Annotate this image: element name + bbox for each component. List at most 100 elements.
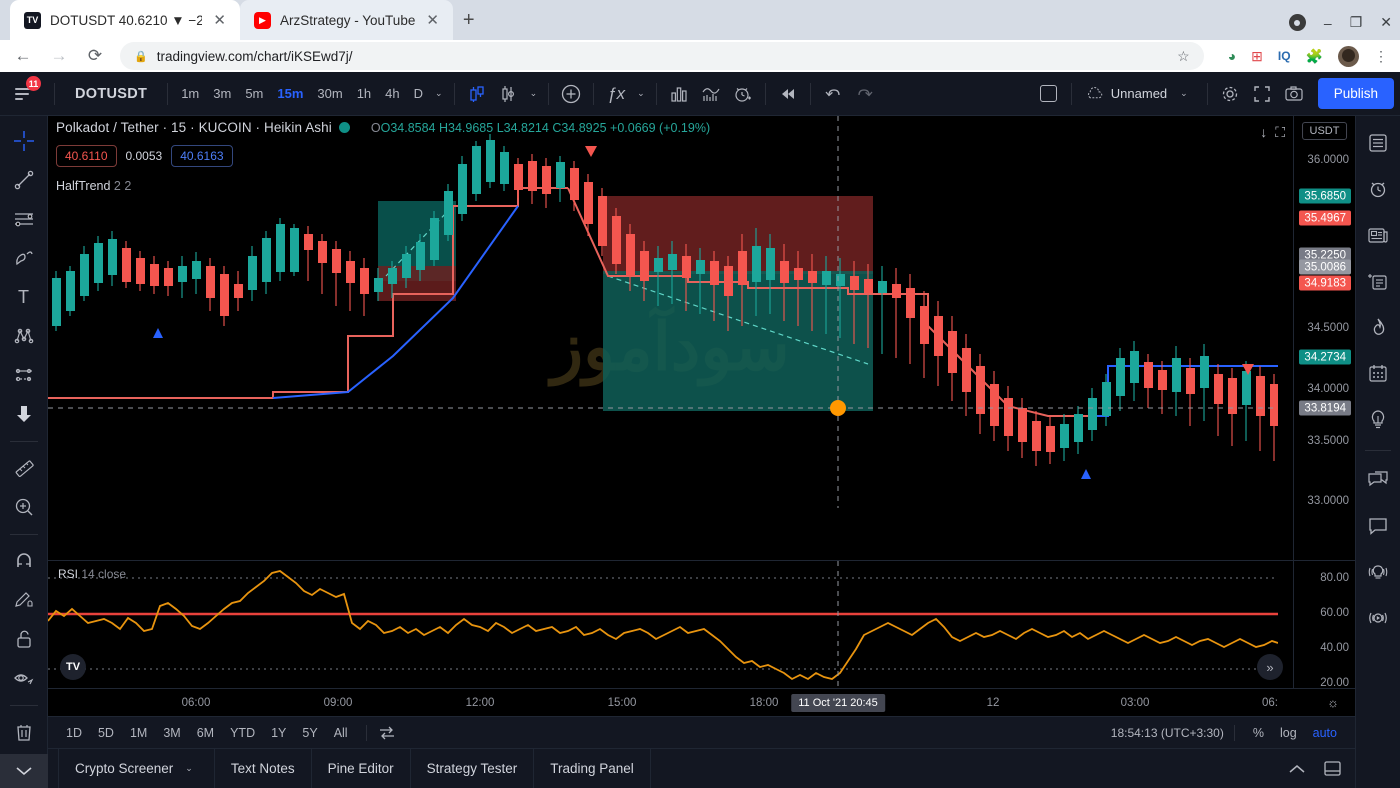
remove-drawings-trash-icon[interactable]: [7, 715, 41, 749]
close-icon[interactable]: ✕: [211, 11, 228, 29]
price-canvas[interactable]: سودآموز Polkadot / Tether · 15 · KUCOIN …: [48, 116, 1293, 560]
chevron-down-icon[interactable]: ⌄: [632, 88, 650, 99]
move-pane-down-icon[interactable]: ↓: [1260, 124, 1267, 141]
maximize-panel-icon[interactable]: [1324, 761, 1341, 776]
timeframe-1m[interactable]: 1m: [174, 80, 206, 107]
news-icon[interactable]: [1361, 218, 1395, 252]
timeframe-5m[interactable]: 5m: [238, 80, 270, 107]
bar-style-icon[interactable]: [493, 79, 525, 109]
layout-name-button[interactable]: Unnamed ⌄: [1078, 86, 1201, 101]
brush-icon[interactable]: [7, 241, 41, 275]
notes-icon[interactable]: [1361, 264, 1395, 298]
public-ideas-icon[interactable]: [1361, 555, 1395, 589]
maximize-button[interactable]: ❐: [1350, 14, 1363, 31]
drawing-mode-pencil-icon[interactable]: [7, 583, 41, 617]
range-1Y[interactable]: 1Y: [263, 722, 294, 744]
tab-text-notes[interactable]: Text Notes: [215, 749, 312, 788]
fullscreen-icon[interactable]: [1246, 79, 1278, 109]
browser-tab-tradingview[interactable]: TV DOTUSDT 40.6210 ▼ −2.57% Uni ✕: [10, 0, 240, 40]
maximize-pane-icon[interactable]: ⛶: [1275, 124, 1285, 141]
hide-drawings-eye-icon[interactable]: [7, 661, 41, 695]
timeframe-4h[interactable]: 4h: [378, 80, 406, 107]
rsi-axis[interactable]: 80.00 60.00 40.00 20.00: [1293, 561, 1355, 689]
layout-icon[interactable]: [1033, 79, 1065, 109]
text-icon[interactable]: T: [7, 280, 41, 314]
range-5Y[interactable]: 5Y: [294, 722, 325, 744]
tradingview-logo[interactable]: TV: [60, 654, 86, 680]
range-1D[interactable]: 1D: [58, 722, 90, 744]
bookmark-star-icon[interactable]: ☆: [1177, 48, 1190, 65]
range-6M[interactable]: 6M: [189, 722, 222, 744]
lock-drawings-icon[interactable]: [7, 622, 41, 656]
chat-bubbles-icon[interactable]: [1361, 463, 1395, 497]
reload-icon[interactable]: ⟳: [84, 46, 106, 66]
compare-plus-icon[interactable]: [555, 79, 587, 109]
range-YTD[interactable]: YTD: [222, 722, 263, 744]
close-icon[interactable]: ✕: [424, 11, 441, 29]
record-indicator-icon[interactable]: [1288, 14, 1306, 31]
tab-strategy-tester[interactable]: Strategy Tester: [411, 749, 535, 788]
timeframe-30m[interactable]: 30m: [310, 80, 349, 107]
chevron-down-icon[interactable]: ⌄: [180, 763, 198, 774]
alerts-alarm-icon[interactable]: [1361, 172, 1395, 206]
timeframe-1h[interactable]: 1h: [350, 80, 378, 107]
kebab-menu-icon[interactable]: ⋮: [1374, 48, 1388, 65]
collapse-chevron-down-icon[interactable]: [0, 754, 48, 788]
watchlist-icon[interactable]: [1361, 126, 1395, 160]
magnet-icon[interactable]: [7, 544, 41, 578]
broadcast-stream-icon[interactable]: [1361, 601, 1395, 635]
iq-icon[interactable]: IQ: [1278, 49, 1291, 63]
tab-trading-panel[interactable]: Trading Panel: [534, 749, 651, 788]
patterns-icon[interactable]: [7, 319, 41, 353]
redo-icon[interactable]: [849, 79, 881, 109]
minimize-button[interactable]: –: [1324, 15, 1332, 31]
timeframe-3m[interactable]: 3m: [206, 80, 238, 107]
time-axis[interactable]: 06:00 09:00 12:00 15:00 18:00 11 Oct '21…: [48, 688, 1355, 716]
camera-icon[interactable]: [1278, 79, 1310, 109]
settings-gear-icon[interactable]: [1214, 79, 1246, 109]
trend-line-icon[interactable]: [7, 163, 41, 197]
measure-ruler-icon[interactable]: [7, 451, 41, 485]
horizontal-lines-icon[interactable]: [7, 202, 41, 236]
new-tab-button[interactable]: +: [463, 9, 475, 32]
chevron-down-icon[interactable]: ⌄: [525, 88, 543, 99]
address-bar[interactable]: 🔒 tradingview.com/chart/iKSEwd7j/ ☆: [120, 42, 1204, 70]
go-to-date-icon[interactable]: [377, 725, 397, 741]
private-message-icon[interactable]: [1361, 509, 1395, 543]
menu-hamburger-button[interactable]: 11: [0, 72, 48, 115]
browser-tab-youtube[interactable]: ▶ ArzStrategy - YouTube ✕: [240, 0, 453, 40]
rsi-legend[interactable]: RSI 14 close: [58, 567, 126, 581]
range-All[interactable]: All: [326, 722, 356, 744]
scale-log-toggle[interactable]: log: [1272, 722, 1305, 744]
back-icon[interactable]: ←: [12, 46, 34, 66]
symbol-search-button[interactable]: DOTUSDT: [61, 86, 161, 102]
scale-percent-toggle[interactable]: %: [1245, 722, 1272, 744]
price-axis[interactable]: USDT 36.0000 35.6850 35.4967 35.2250 35.…: [1293, 116, 1355, 560]
timeframe-D[interactable]: D: [407, 80, 430, 107]
tab-pine-editor[interactable]: Pine Editor: [312, 749, 411, 788]
range-1M[interactable]: 1M: [122, 722, 155, 744]
scroll-to-realtime-icon[interactable]: »: [1257, 654, 1283, 680]
calendar-icon[interactable]: [1361, 356, 1395, 390]
expand-chevron-up-icon[interactable]: [1288, 763, 1306, 775]
chevron-down-icon[interactable]: ⌄: [1175, 88, 1193, 99]
candle-style-icon[interactable]: [461, 79, 493, 109]
download-manager-icon[interactable]: ◕: [1228, 48, 1236, 64]
bookmark-plus-icon[interactable]: ⊞: [1251, 48, 1263, 65]
crosshair-icon[interactable]: [7, 124, 41, 158]
replay-icon[interactable]: [772, 79, 804, 109]
forward-icon[interactable]: →: [48, 46, 70, 66]
range-3M[interactable]: 3M: [155, 722, 188, 744]
indicators-fx-icon[interactable]: ƒx: [600, 79, 632, 109]
alert-clock-icon[interactable]: [727, 79, 759, 109]
zoom-in-icon[interactable]: [7, 490, 41, 524]
rsi-canvas[interactable]: RSI 14 close TV »: [48, 561, 1293, 688]
financials-icon[interactable]: [663, 79, 695, 109]
ideas-lightbulb-icon[interactable]: [1361, 402, 1395, 436]
timezone-settings-icon[interactable]: ☼: [1327, 695, 1339, 710]
chevron-down-icon[interactable]: ⌄: [430, 88, 448, 99]
forecast-icon[interactable]: [7, 358, 41, 392]
profile-avatar[interactable]: [1338, 45, 1359, 67]
arrow-down-marker-icon[interactable]: [7, 397, 41, 431]
tab-crypto-screener[interactable]: Crypto Screener ⌄: [58, 749, 215, 788]
